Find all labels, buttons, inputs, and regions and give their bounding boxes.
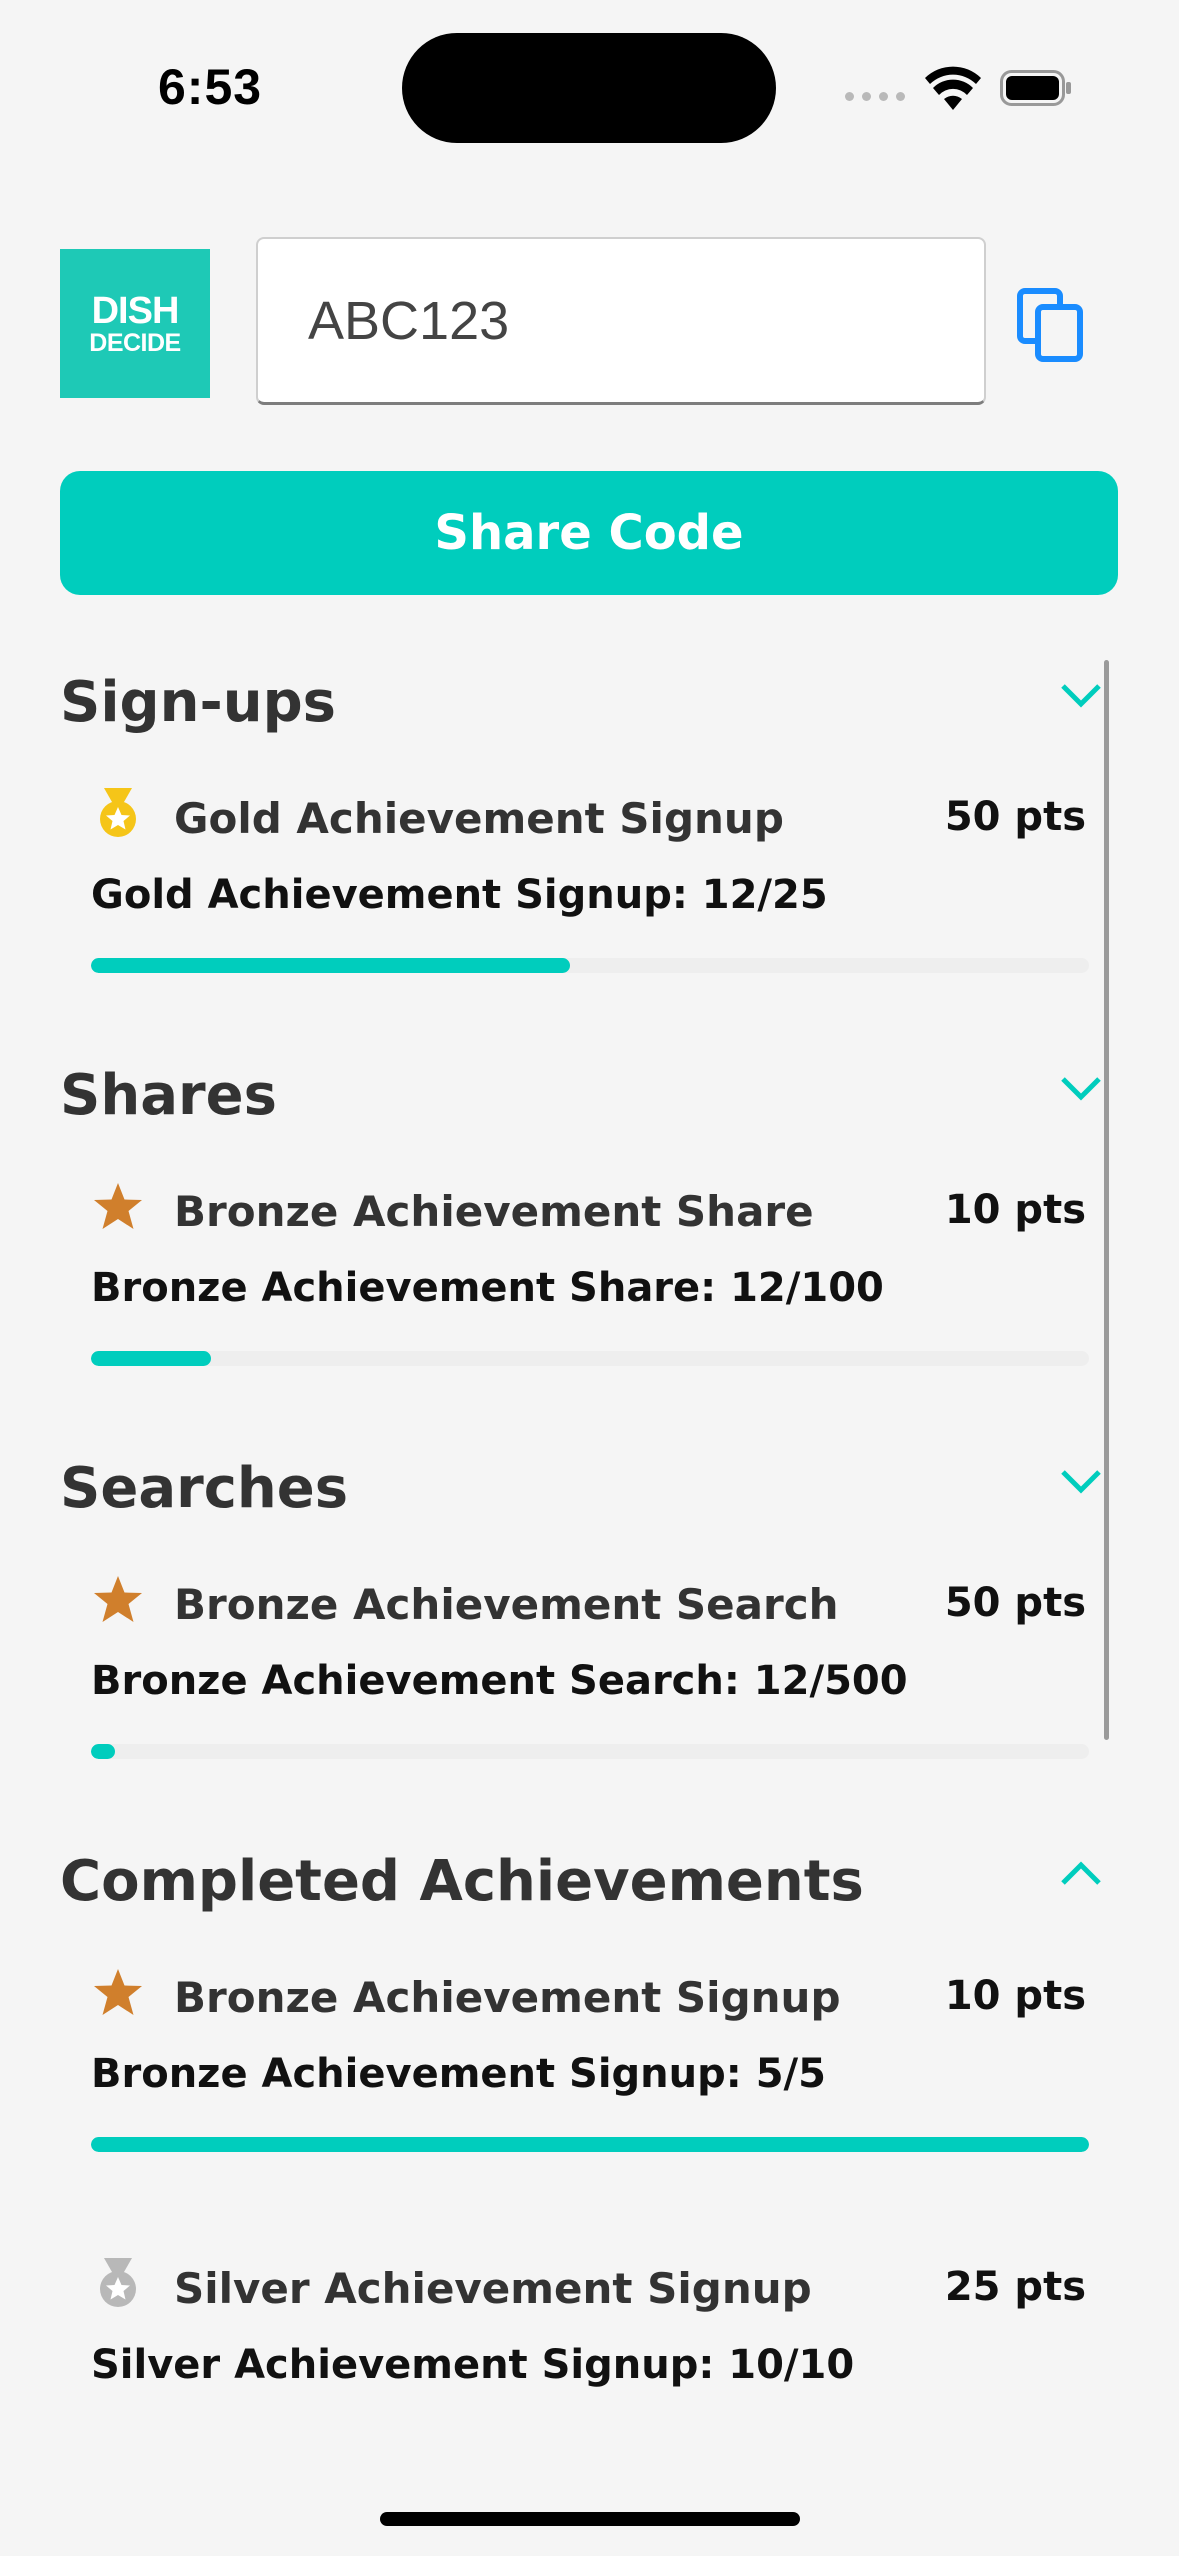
achievements-list[interactable]: Sign-ups Gold Achievement Signup 50 pts … xyxy=(0,660,1179,2395)
chevron-up-icon[interactable] xyxy=(1057,1859,1105,1889)
scrollbar[interactable] xyxy=(1104,660,1109,1740)
chevron-down-icon[interactable] xyxy=(1057,680,1105,710)
bronze-star-icon xyxy=(94,1969,142,2015)
achievement-points: 50 pts xyxy=(944,1580,1086,1626)
achievement-progress-text: Gold Achievement Signup: 12/25 xyxy=(91,872,828,918)
achievement-progress-text: Bronze Achievement Share: 12/100 xyxy=(91,1265,884,1311)
progress-bar xyxy=(91,1744,1089,1759)
achievement-progress-text: Silver Achievement Signup: 10/10 xyxy=(91,2342,855,2388)
achievement-name: Bronze Achievement Search xyxy=(174,1580,839,1629)
status-time: 6:53 xyxy=(158,59,263,115)
gold-medal-icon xyxy=(100,788,136,837)
bronze-star-icon xyxy=(94,1576,142,1622)
wifi-icon xyxy=(925,66,981,110)
achievement-points: 10 pts xyxy=(944,1187,1086,1233)
app-logo: DISH DECIDE xyxy=(60,249,210,398)
achievement-points: 50 pts xyxy=(944,794,1086,840)
battery-icon xyxy=(1000,70,1071,106)
section-title-signups: Sign-ups xyxy=(60,670,337,735)
progress-bar xyxy=(91,958,1089,973)
section-title-searches: Searches xyxy=(60,1456,349,1521)
achievement-name: Gold Achievement Signup xyxy=(174,794,784,843)
progress-bar xyxy=(91,1351,1089,1366)
section-title-shares: Shares xyxy=(60,1063,277,1128)
achievement-name: Bronze Achievement Signup xyxy=(174,1973,841,2022)
achievement-points: 25 pts xyxy=(944,2264,1086,2310)
chevron-down-icon[interactable] xyxy=(1057,1466,1105,1496)
section-title-completed: Completed Achievements xyxy=(60,1849,864,1914)
progress-bar xyxy=(91,2137,1089,2152)
dynamic-island xyxy=(402,33,776,143)
achievement-points: 10 pts xyxy=(944,1973,1086,2019)
referral-code-field[interactable] xyxy=(256,237,986,405)
achievement-name: Silver Achievement Signup xyxy=(174,2264,812,2313)
share-code-button[interactable]: Share Code xyxy=(60,471,1118,595)
bronze-star-icon xyxy=(94,1183,142,1229)
silver-medal-icon xyxy=(100,2258,136,2307)
cellular-signal-icon xyxy=(845,92,905,101)
home-indicator[interactable] xyxy=(380,2512,800,2526)
achievement-progress-text: Bronze Achievement Signup: 5/5 xyxy=(91,2051,826,2097)
achievement-name: Bronze Achievement Share xyxy=(174,1187,814,1236)
achievement-progress-text: Bronze Achievement Search: 12/500 xyxy=(91,1658,908,1704)
chevron-down-icon[interactable] xyxy=(1057,1073,1105,1103)
copy-icon[interactable] xyxy=(1016,287,1086,363)
